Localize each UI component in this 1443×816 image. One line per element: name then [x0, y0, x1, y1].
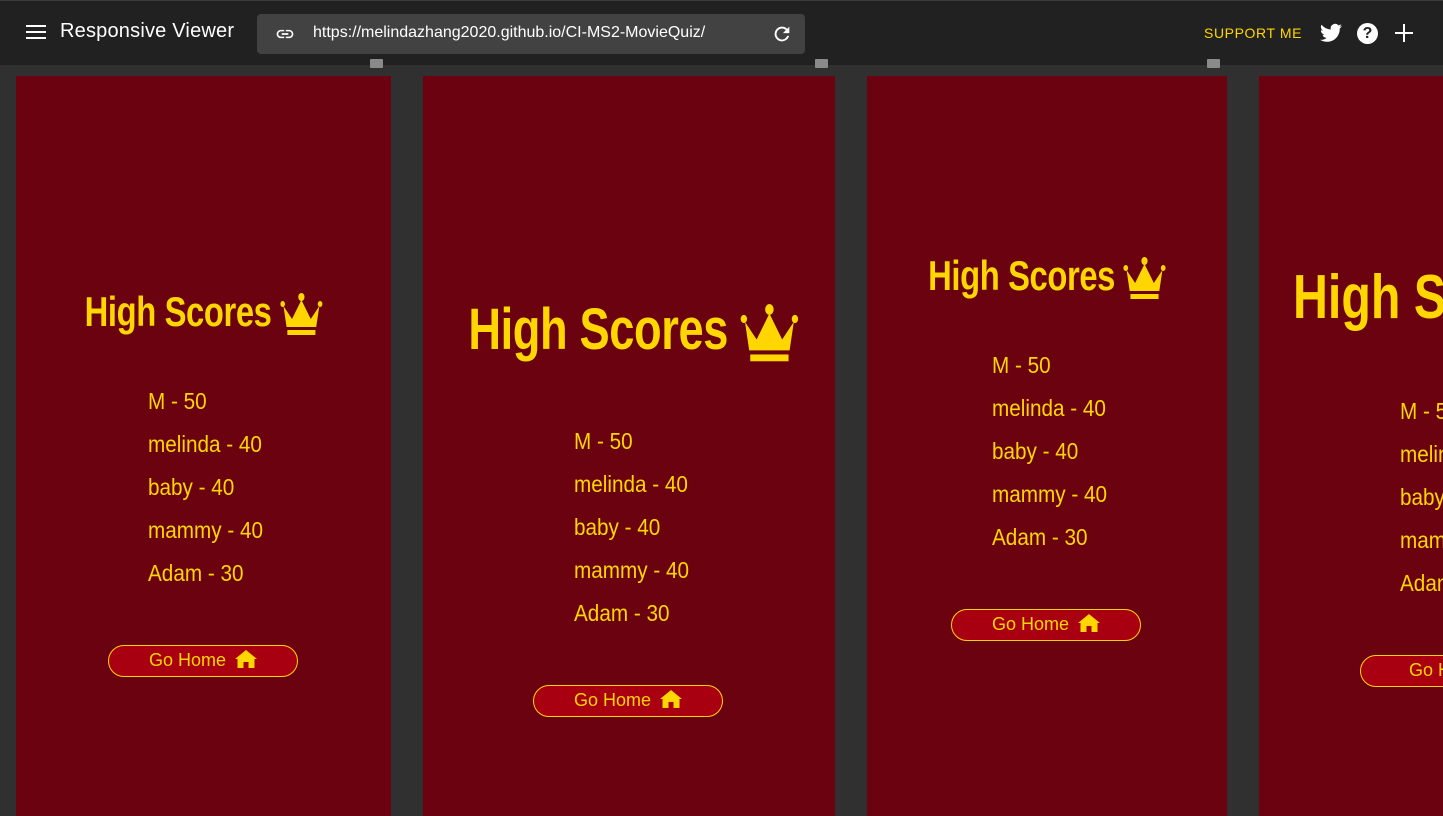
app-title: Responsive Viewer	[60, 20, 235, 42]
score-list: M - 50 melinda - 40 baby - 40 mammy - 40…	[574, 428, 702, 643]
score-item: Adam - 30	[148, 560, 244, 586]
support-me-link[interactable]: SUPPORT ME	[1204, 25, 1302, 41]
go-home-label: Go Home	[1409, 660, 1443, 680]
home-icon	[660, 690, 683, 709]
high-scores-heading: High Scores	[907, 252, 1188, 301]
score-list: M - 50 melinda - 40 baby - 40 mammy - 40…	[1400, 398, 1443, 613]
crown-icon	[740, 303, 798, 361]
score-item: M - 50	[148, 388, 207, 414]
go-home-label: Go Home	[148, 650, 226, 670]
go-home-label: Go Home	[991, 614, 1069, 634]
score-list: M - 50 melinda - 40 baby - 40 mammy - 40…	[992, 352, 1120, 567]
device-frame: High Scores M - 50 melinda - 40 baby - 4…	[16, 76, 391, 816]
home-icon	[1078, 614, 1101, 633]
rotate-icon[interactable]	[1207, 59, 1220, 68]
score-list: M - 50 melinda - 40 baby - 40 mammy - 40…	[148, 388, 276, 603]
device-frame: High Scores M - 50 melinda - 40 baby - 4…	[867, 76, 1227, 816]
go-home-button[interactable]: Go Home	[951, 609, 1141, 641]
reload-icon[interactable]	[771, 23, 793, 45]
high-scores-heading: High Scores	[468, 296, 798, 364]
plus-icon[interactable]	[1395, 24, 1413, 42]
score-item: mammy - 40	[992, 481, 1108, 507]
score-item: melinda - 40	[574, 471, 688, 497]
go-home-button[interactable]: Go Home	[533, 685, 723, 717]
go-home-button[interactable]: Go Home	[1360, 655, 1443, 687]
device-frame: High Scores M - 50 melinda - 40 baby - 4…	[423, 76, 835, 816]
heading-text: High Scores	[468, 297, 729, 362]
score-item: M - 50	[992, 352, 1051, 378]
help-icon[interactable]: ?	[1357, 23, 1378, 44]
score-item: mammy - 40	[1400, 527, 1443, 553]
score-item: mammy - 40	[148, 517, 264, 543]
score-item: baby - 40	[574, 514, 661, 540]
score-item: baby - 40	[992, 438, 1079, 464]
device-header	[16, 59, 391, 76]
menu-icon[interactable]	[26, 25, 46, 41]
high-scores-heading: High Scores	[1293, 262, 1443, 333]
score-item: melinda - 40	[148, 431, 262, 457]
device-header	[423, 59, 835, 76]
go-home-label: Go Home	[573, 690, 651, 710]
score-item: baby - 40	[148, 474, 235, 500]
score-item: baby - 40	[1400, 484, 1443, 510]
score-item: melinda - 40	[1400, 441, 1443, 467]
score-item: Adam - 30	[992, 524, 1088, 550]
heading-text: High Scores	[84, 288, 272, 335]
score-item: mammy - 40	[574, 557, 690, 583]
rotate-icon[interactable]	[370, 59, 383, 68]
toolbar: Responsive Viewer https://melindazhang20…	[0, 0, 1443, 65]
crown-icon	[1123, 256, 1166, 299]
url-input[interactable]: https://melindazhang2020.github.io/CI-MS…	[313, 24, 705, 42]
twitter-icon[interactable]	[1320, 23, 1342, 43]
heading-text: High Scores	[928, 252, 1116, 299]
go-home-button[interactable]: Go Home	[108, 645, 298, 677]
high-scores-heading: High Scores	[57, 288, 350, 337]
url-bar[interactable]: https://melindazhang2020.github.io/CI-MS…	[257, 14, 805, 54]
score-item: M - 50	[574, 428, 633, 454]
rotate-icon[interactable]	[815, 59, 828, 68]
device-header	[867, 59, 1227, 76]
device-frame-partial: High Scores M - 50 melinda - 40 baby - 4…	[1259, 76, 1443, 816]
score-item: melinda - 40	[992, 395, 1106, 421]
heading-text: High Scores	[1293, 263, 1443, 332]
home-icon	[235, 650, 258, 669]
crown-icon	[280, 292, 323, 335]
link-icon	[276, 29, 294, 39]
score-item: Adam - 30	[574, 600, 670, 626]
score-item: Adam - 30	[1400, 570, 1443, 596]
score-item: M - 50	[1400, 398, 1443, 424]
